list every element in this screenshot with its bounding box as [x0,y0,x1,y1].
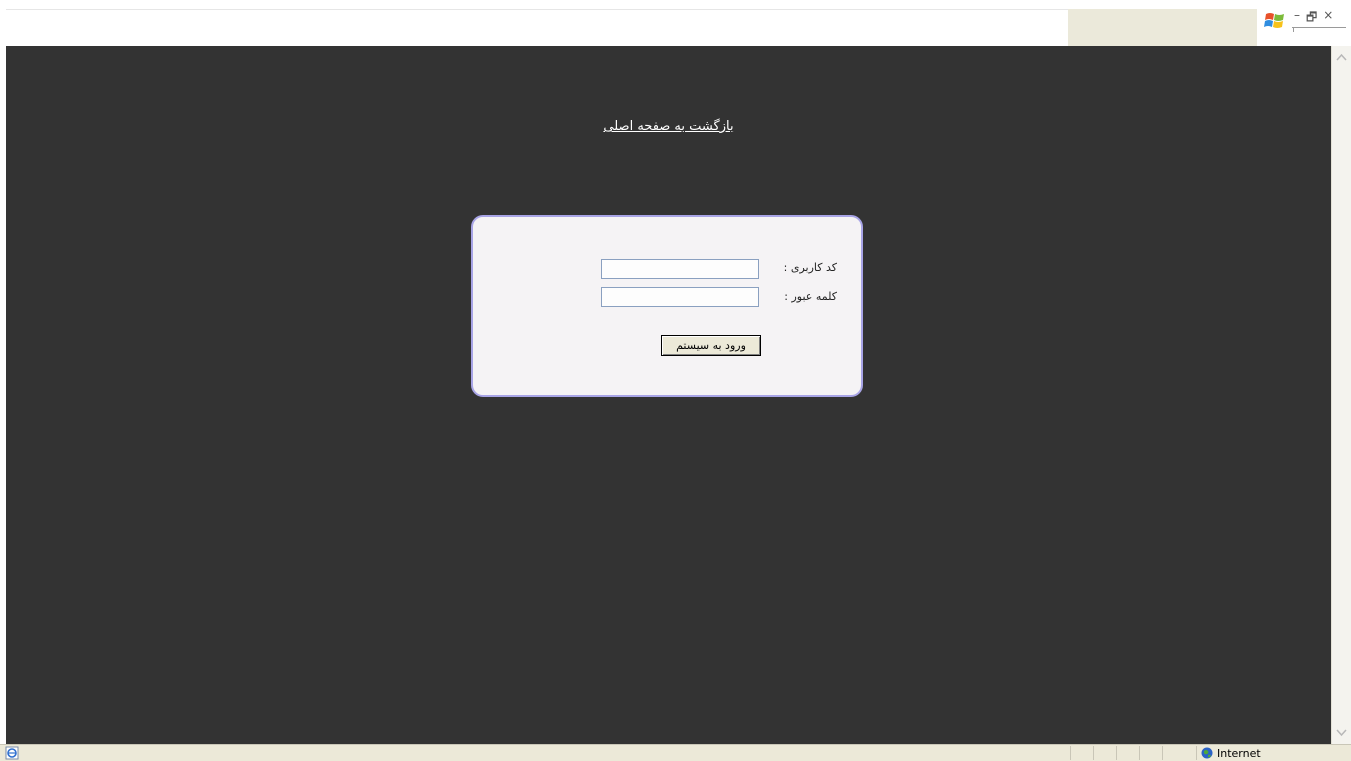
ie-page-icon [5,746,19,760]
username-label: کد کاربری : [783,261,837,274]
status-bar: Internet [0,744,1351,761]
progress-tick [1293,27,1294,32]
page-viewport: بازگشت به صفحه اصلی کد کاربری : کلمه عبو… [6,46,1331,744]
status-pane [1070,746,1093,760]
scroll-down-icon[interactable] [1334,725,1349,740]
toolbar-right-area [1068,9,1257,46]
login-panel: کد کاربری : کلمه عبور : ورود به سیستم [471,215,863,397]
username-input[interactable] [601,259,759,279]
status-pane [1139,746,1162,760]
toolbar-area [6,9,1068,47]
window-controls: – 🗗 × [1294,8,1333,24]
browser-toolbar: – 🗗 × [0,0,1351,47]
security-zone: Internet [1196,746,1261,760]
windows-logo-icon [1264,13,1284,28]
zone-label: Internet [1217,746,1261,760]
login-button[interactable]: ورود به سیستم [661,335,761,356]
restore-button[interactable]: 🗗 [1306,8,1317,24]
status-pane [1116,746,1139,760]
scroll-up-icon[interactable] [1334,50,1349,65]
password-label: کلمه عبور : [784,290,837,303]
status-pane [1093,746,1116,760]
status-pane [1162,746,1185,760]
close-button[interactable]: × [1323,8,1333,24]
globe-icon [1201,747,1213,759]
status-panes [1070,746,1185,760]
vertical-scrollbar[interactable] [1331,46,1351,744]
password-input[interactable] [601,287,759,307]
minimize-button[interactable]: – [1294,8,1300,24]
back-to-home-link[interactable]: بازگشت به صفحه اصلی [6,119,1331,134]
progress-line [1292,27,1346,28]
